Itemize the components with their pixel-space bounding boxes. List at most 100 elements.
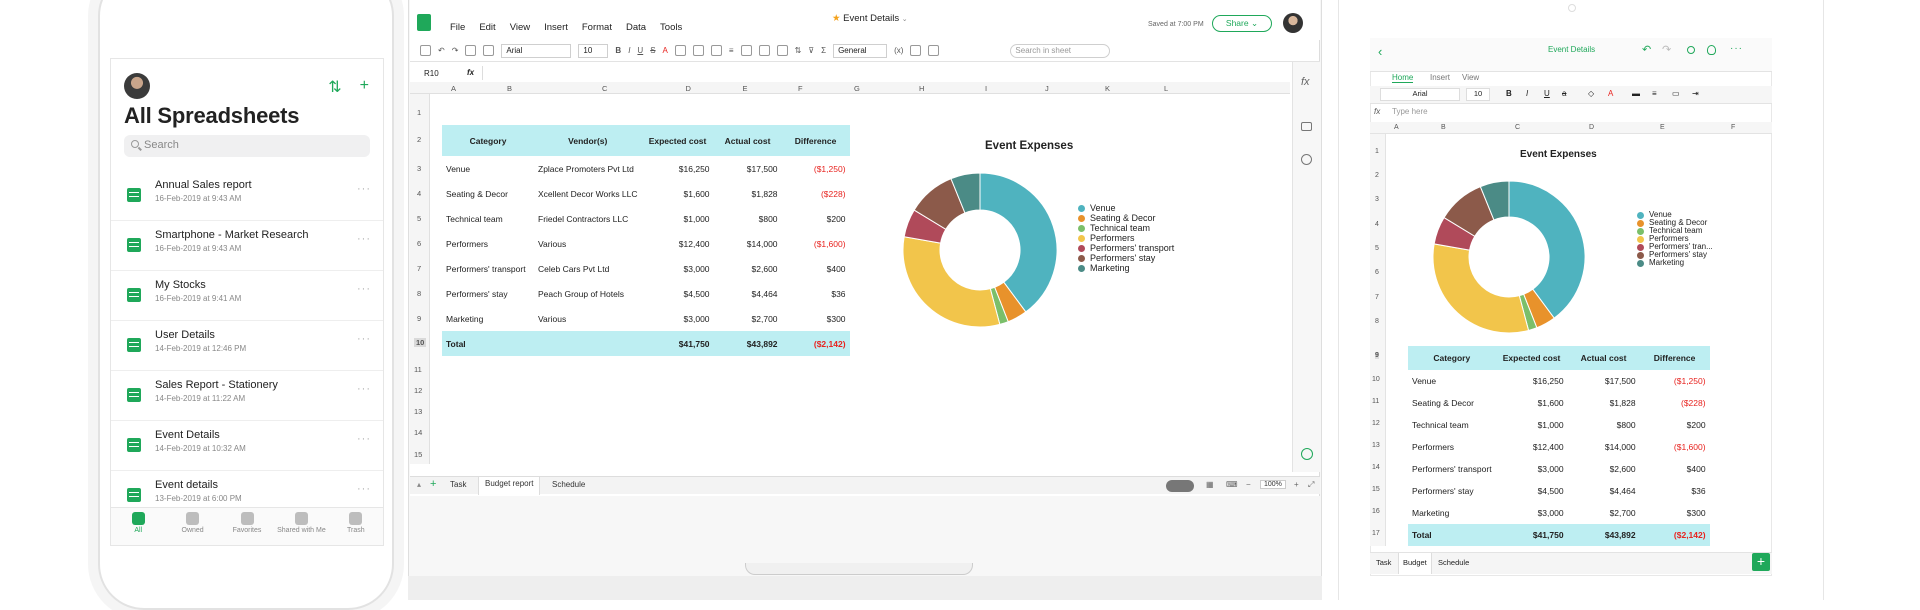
table-cell[interactable]: $1,000: [1496, 414, 1568, 436]
table-cell[interactable]: Celeb Cars Pvt Ltd: [534, 256, 642, 281]
sort-icon[interactable]: ⇅: [795, 46, 802, 55]
lightbulb-icon[interactable]: [1301, 448, 1313, 460]
row-header[interactable]: 2: [417, 135, 421, 144]
table-cell[interactable]: $17,500: [714, 156, 782, 181]
table-cell[interactable]: $12,400: [1496, 436, 1568, 458]
column-header[interactable]: D: [1589, 124, 1594, 131]
total-cell[interactable]: [534, 331, 642, 356]
table-cell[interactable]: Xcellent Decor Works LLC: [534, 181, 642, 206]
table-cell[interactable]: $36: [1640, 480, 1710, 502]
more-options-icon[interactable]: ···: [357, 333, 371, 345]
font-family-select[interactable]: Arial: [501, 43, 572, 58]
slice-performers[interactable]: [902, 236, 1001, 328]
search-input[interactable]: Search: [124, 135, 370, 157]
row-header[interactable]: 15: [414, 450, 422, 459]
row-header[interactable]: 6: [417, 239, 421, 248]
table-cell[interactable]: ($228): [782, 181, 850, 206]
row-header[interactable]: 12: [414, 386, 422, 395]
donut-chart[interactable]: [890, 160, 1070, 340]
table-cell[interactable]: Technical team: [442, 206, 534, 231]
wrap-icon[interactable]: [740, 45, 752, 56]
column-header[interactable]: H: [919, 84, 924, 93]
total-cell[interactable]: ($2,142): [781, 331, 850, 356]
filter-icon[interactable]: ⊽: [808, 46, 814, 55]
table-cell[interactable]: $200: [1640, 414, 1710, 436]
wrap-icon[interactable]: ⇥: [1692, 89, 1699, 98]
paint-format-icon[interactable]: [465, 45, 477, 56]
add-icon[interactable]: +: [360, 77, 369, 97]
row-header[interactable]: 4: [1375, 221, 1379, 228]
table-cell[interactable]: $4,500: [642, 281, 714, 306]
row-header[interactable]: 10: [1372, 376, 1380, 383]
collaborator-avatars[interactable]: [1166, 480, 1194, 492]
underline-icon[interactable]: U: [637, 46, 643, 55]
more-options-icon[interactable]: ···: [357, 283, 371, 295]
table-cell[interactable]: $36: [782, 281, 850, 306]
fill-color-icon[interactable]: [674, 45, 686, 56]
clear-format-icon[interactable]: [483, 45, 495, 56]
table-cell[interactable]: $17,500: [1568, 370, 1640, 392]
table-cell[interactable]: $300: [782, 306, 850, 331]
underline-icon[interactable]: U: [1544, 89, 1550, 98]
zoom-in-icon[interactable]: +: [1294, 480, 1299, 489]
tab-budget[interactable]: Budget: [1398, 553, 1432, 574]
table-cell[interactable]: Performers' transport: [1408, 458, 1496, 480]
tab-owned[interactable]: Owned: [165, 508, 219, 545]
total-cell[interactable]: $43,892: [713, 331, 782, 356]
table-cell[interactable]: $12,400: [642, 231, 714, 256]
bold-icon[interactable]: B: [615, 46, 621, 55]
row-header[interactable]: 4: [417, 189, 421, 198]
tab-all[interactable]: All: [111, 508, 165, 545]
undo-icon[interactable]: ↶: [1642, 43, 1651, 56]
tab-insert[interactable]: Insert: [1430, 73, 1450, 82]
insert-chart-icon[interactable]: [758, 45, 770, 56]
table-cell[interactable]: Marketing: [442, 306, 534, 331]
list-item[interactable]: Sales Report - Stationery 14-Feb-2019 at …: [111, 371, 383, 421]
tab-trash[interactable]: Trash: [329, 508, 383, 545]
menu-item-view[interactable]: View: [510, 22, 530, 33]
align-icon[interactable]: ≡: [1652, 89, 1657, 98]
pivot-icon[interactable]: [910, 45, 922, 56]
total-cell[interactable]: $41,750: [641, 331, 714, 356]
row-header[interactable]: 1: [1375, 148, 1379, 155]
row-header[interactable]: 8: [1375, 318, 1379, 325]
redo-icon[interactable]: ↷: [452, 46, 459, 55]
more-options-icon[interactable]: ···: [357, 433, 371, 445]
row-header[interactable]: 14: [414, 428, 422, 437]
table-cell[interactable]: Venue: [1408, 370, 1496, 392]
menu-item-format[interactable]: Format: [582, 22, 612, 33]
table-cell[interactable]: $2,700: [1568, 502, 1640, 524]
row-header[interactable]: 5: [417, 214, 421, 223]
row-header[interactable]: 14: [1372, 464, 1380, 471]
row-header[interactable]: 9: [1375, 352, 1379, 359]
table-cell[interactable]: Venue: [442, 156, 534, 181]
table-cell[interactable]: $400: [782, 256, 850, 281]
undo-icon[interactable]: ↶: [438, 46, 445, 55]
table-cell[interactable]: Marketing: [1408, 502, 1496, 524]
column-header[interactable]: J: [1045, 84, 1049, 93]
table-cell[interactable]: Performers: [1408, 436, 1496, 458]
sort-icon[interactable]: ⇅: [328, 77, 341, 97]
font-color-icon[interactable]: A: [663, 46, 668, 55]
table-cell[interactable]: ($1,250): [1640, 370, 1710, 392]
italic-icon[interactable]: I: [1526, 89, 1528, 98]
table-cell[interactable]: Friedel Contractors LLC: [534, 206, 642, 231]
view-toggle-icon[interactable]: ▦: [1206, 480, 1214, 489]
column-header[interactable]: E: [1660, 124, 1665, 131]
total-cell[interactable]: ($2,142): [1639, 524, 1710, 546]
table-cell[interactable]: Performers' stay: [442, 281, 534, 306]
table-cell[interactable]: Various: [534, 306, 642, 331]
table-cell[interactable]: $2,700: [714, 306, 782, 331]
row-header[interactable]: 1: [417, 108, 421, 117]
table-cell[interactable]: ($1,250): [782, 156, 850, 181]
sheet-app-logo-icon[interactable]: [417, 14, 431, 31]
formula-input[interactable]: [482, 66, 1282, 80]
font-color-icon[interactable]: A: [1608, 89, 1613, 98]
row-header[interactable]: 3: [417, 164, 421, 173]
total-cell[interactable]: Total: [442, 331, 534, 356]
sheet-nav-up-icon[interactable]: ▴: [417, 480, 421, 489]
table-cell[interactable]: $4,464: [1568, 480, 1640, 502]
table-cell[interactable]: Zplace Promoters Pvt Ltd: [534, 156, 642, 181]
list-item[interactable]: Event Details 14-Feb-2019 at 10:32 AM ···: [111, 421, 383, 471]
table-cell[interactable]: $200: [782, 206, 850, 231]
